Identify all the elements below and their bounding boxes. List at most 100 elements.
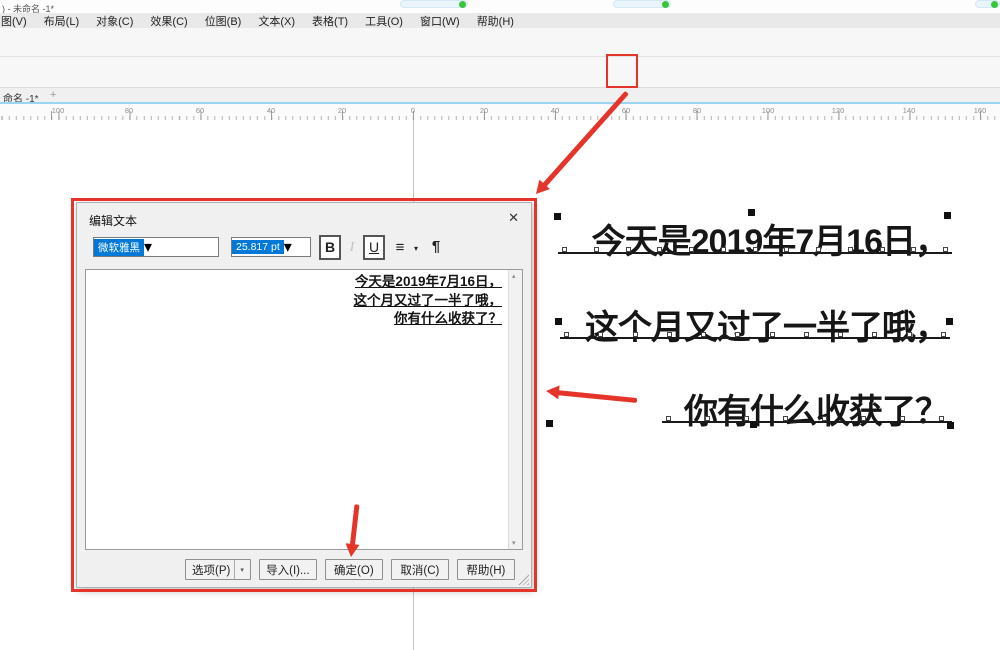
titlebar: ) - 未命名 -1* bbox=[0, 0, 1000, 13]
scroll-down-icon[interactable]: ▾ bbox=[512, 539, 516, 547]
dialog-underline-button[interactable]: U bbox=[363, 235, 385, 260]
menu-item-4[interactable]: 位图(B) bbox=[205, 13, 242, 29]
character-node-handle[interactable] bbox=[861, 416, 866, 421]
canvas-underline-2 bbox=[662, 421, 952, 423]
selection-handle[interactable] bbox=[555, 318, 562, 325]
dialog-alignment-dropdown-icon[interactable]: ▾ bbox=[410, 235, 422, 260]
menu-item-3[interactable]: 效果(C) bbox=[150, 13, 187, 29]
dialog-alignment-icon[interactable]: ≡ bbox=[391, 235, 409, 260]
character-node-handle[interactable] bbox=[822, 416, 827, 421]
character-node-handle[interactable] bbox=[633, 332, 638, 337]
menu-item-2[interactable]: 对象(C) bbox=[96, 13, 133, 29]
character-node-handle[interactable] bbox=[626, 247, 631, 252]
dialog-button-2[interactable]: 确定(O) bbox=[325, 559, 383, 580]
document-tab-bar: 命名 -1* + bbox=[0, 88, 1000, 102]
dialog-font-combo[interactable]: 微软雅黑 ▾ bbox=[93, 237, 219, 257]
dialog-close-icon[interactable]: ✕ bbox=[508, 210, 519, 226]
ruler-label: 120 bbox=[832, 106, 845, 115]
character-node-handle[interactable] bbox=[735, 332, 740, 337]
button-dropdown-icon[interactable]: ▾ bbox=[234, 560, 244, 579]
overlay-pill bbox=[400, 0, 468, 8]
canvas-text-line-2[interactable]: 你有什么收获了？ bbox=[684, 384, 948, 433]
ruler-label: 60 bbox=[622, 106, 630, 115]
new-tab-icon[interactable]: + bbox=[50, 89, 56, 101]
menu-item-6[interactable]: 表格(T) bbox=[312, 13, 348, 29]
dialog-button-label: 取消(C) bbox=[400, 562, 439, 578]
ruler-label: 60 bbox=[196, 106, 204, 115]
dialog-text-line-0: 今天是2019年7月16日， bbox=[354, 273, 503, 292]
character-node-handle[interactable] bbox=[872, 332, 877, 337]
character-node-handle[interactable] bbox=[564, 332, 569, 337]
overlay-pill bbox=[613, 0, 671, 8]
menu-item-8[interactable]: 窗口(W) bbox=[420, 13, 460, 29]
character-node-handle[interactable] bbox=[721, 247, 726, 252]
dialog-button-3[interactable]: 取消(C) bbox=[391, 559, 449, 580]
character-node-handle[interactable] bbox=[689, 247, 694, 252]
selection-handle[interactable] bbox=[947, 422, 954, 429]
dialog-italic-button[interactable]: I bbox=[345, 235, 359, 260]
character-node-handle[interactable] bbox=[941, 332, 946, 337]
character-node-handle[interactable] bbox=[907, 332, 912, 337]
character-node-handle[interactable] bbox=[666, 416, 671, 421]
character-node-handle[interactable] bbox=[900, 416, 905, 421]
character-node-handle[interactable] bbox=[943, 247, 948, 252]
character-node-handle[interactable] bbox=[816, 247, 821, 252]
overlay-pill bbox=[975, 0, 1000, 8]
character-node-handle[interactable] bbox=[753, 247, 758, 252]
character-node-handle[interactable] bbox=[701, 332, 706, 337]
selection-handle[interactable] bbox=[554, 213, 561, 220]
character-node-handle[interactable] bbox=[784, 247, 789, 252]
character-node-handle[interactable] bbox=[848, 247, 853, 252]
dialog-resize-grip[interactable] bbox=[518, 574, 529, 585]
dialog-button-0[interactable]: 选项(P)▾ bbox=[185, 559, 251, 580]
ruler-label: 0 bbox=[411, 106, 415, 115]
menu-item-1[interactable]: 布局(L) bbox=[44, 13, 79, 29]
character-node-handle[interactable] bbox=[838, 332, 843, 337]
character-node-handle[interactable] bbox=[562, 247, 567, 252]
horizontal-ruler[interactable]: 10080604020020406080100120140160 bbox=[0, 102, 1000, 120]
selection-handle[interactable] bbox=[946, 318, 953, 325]
dialog-font-dropdown-icon[interactable]: ▾ bbox=[144, 237, 152, 257]
selection-handle[interactable] bbox=[748, 209, 755, 216]
menu-item-9[interactable]: 帮助(H) bbox=[477, 13, 514, 29]
character-node-handle[interactable] bbox=[911, 247, 916, 252]
dialog-button-4[interactable]: 帮助(H) bbox=[457, 559, 515, 580]
dialog-scrollbar[interactable]: ▴ ▾ bbox=[508, 270, 522, 549]
scroll-up-icon[interactable]: ▴ bbox=[512, 272, 516, 280]
character-node-handle[interactable] bbox=[880, 247, 885, 252]
character-node-handle[interactable] bbox=[594, 247, 599, 252]
character-node-handle[interactable] bbox=[783, 416, 788, 421]
character-node-handle[interactable] bbox=[705, 416, 710, 421]
menu-item-5[interactable]: 文本(X) bbox=[258, 13, 295, 29]
menu-item-7[interactable]: 工具(O) bbox=[365, 13, 403, 29]
canvas-text-line-1[interactable]: 这个月又过了一半了哦， bbox=[585, 300, 948, 349]
canvas-text-line-0[interactable]: 今天是2019年7月16日， bbox=[592, 214, 948, 263]
ruler-label: 20 bbox=[338, 106, 346, 115]
character-node-handle[interactable] bbox=[939, 416, 944, 421]
overlay-pill-dot bbox=[662, 1, 669, 8]
character-node-handle[interactable] bbox=[667, 332, 672, 337]
ruler-label: 80 bbox=[125, 106, 133, 115]
character-node-handle[interactable] bbox=[598, 332, 603, 337]
character-node-handle[interactable] bbox=[804, 332, 809, 337]
canvas-underline-0 bbox=[558, 252, 952, 254]
edit-text-dialog[interactable]: 编辑文本 ✕ 微软雅黑 ▾ 25.817 pt ▾ B I U ≡ ▾ ¶ 今天… bbox=[76, 202, 532, 588]
ruler-label: 140 bbox=[903, 106, 916, 115]
dialog-size-combo[interactable]: 25.817 pt ▾ bbox=[231, 237, 311, 257]
dialog-paragraph-icon[interactable]: ¶ bbox=[427, 235, 445, 260]
dialog-text-line-1: 这个月又过了一半了哦， bbox=[354, 292, 503, 311]
character-node-handle[interactable] bbox=[770, 332, 775, 337]
character-node-handle[interactable] bbox=[744, 416, 749, 421]
dialog-button-label: 选项(P) bbox=[192, 562, 230, 578]
dialog-size-value: 25.817 pt bbox=[232, 240, 284, 254]
dialog-size-dropdown-icon[interactable]: ▾ bbox=[284, 237, 292, 257]
dialog-button-1[interactable]: 导入(I)... bbox=[259, 559, 317, 580]
menu-item-0[interactable]: 图(V) bbox=[1, 13, 27, 29]
dialog-text-area[interactable]: 今天是2019年7月16日，这个月又过了一半了哦，你有什么收获了？ ▴ ▾ bbox=[85, 269, 523, 550]
ruler-label: 40 bbox=[267, 106, 275, 115]
selection-handle[interactable] bbox=[944, 212, 951, 219]
dialog-bold-button[interactable]: B bbox=[319, 235, 341, 260]
character-node-handle[interactable] bbox=[657, 247, 662, 252]
selection-handle[interactable] bbox=[546, 420, 553, 427]
selection-handle[interactable] bbox=[750, 421, 757, 428]
